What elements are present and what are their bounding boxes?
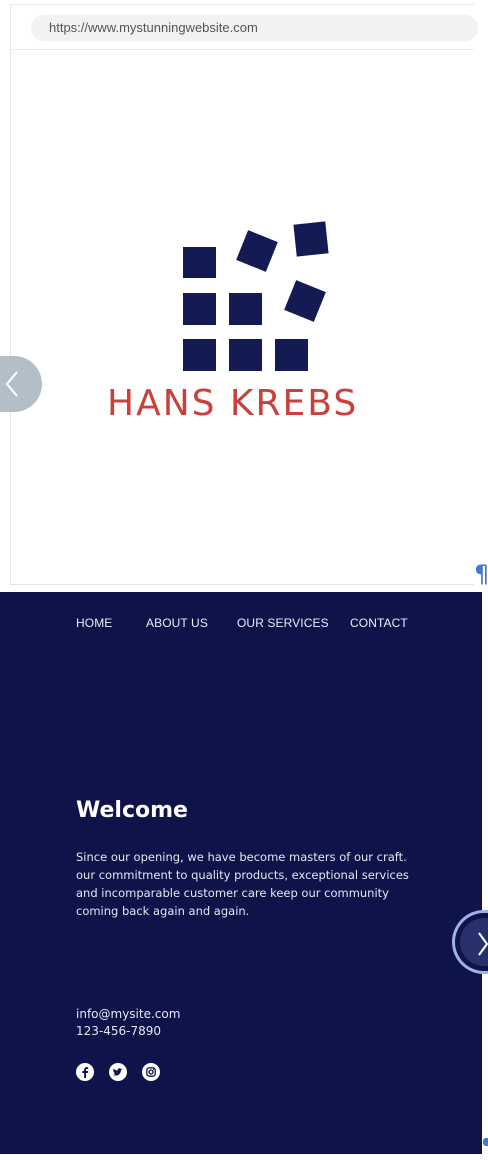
facebook-icon[interactable] [76,1063,94,1081]
welcome-description: Since our opening, we have become master… [76,850,409,918]
instagram-icon[interactable] [142,1063,160,1081]
nav-our-services[interactable]: OUR SERVICES [237,616,329,630]
logo-square [183,339,216,371]
logo-square [275,339,308,371]
nav-home[interactable]: HOME [76,616,112,630]
logo-square [293,221,329,257]
twitter-icon[interactable] [109,1063,127,1081]
logo-square [229,293,262,325]
browser-window: https://www.mystunningwebsite.com HANS K… [10,4,478,585]
contact-info: info@mysite.com 123-456-7890 [76,1006,180,1040]
brand-name: HANS KREBS [107,383,359,424]
main-nav: HOME ABOUT US OUR SERVICES CONTACT [0,616,482,636]
logo-square [183,293,216,325]
contact-email[interactable]: info@mysite.com [76,1006,180,1023]
nav-about-us[interactable]: ABOUT US [146,616,208,630]
grid-squares-logo-icon [183,221,329,371]
pilcrow-mark: ¶ [474,560,488,588]
logo-square [284,280,326,322]
logo-square [236,230,278,272]
url-field[interactable]: https://www.mystunningwebsite.com [31,15,478,41]
nav-contact[interactable]: CONTACT [350,616,408,630]
chevron-left-icon [5,371,18,397]
browser-address-bar: https://www.mystunningwebsite.com [11,5,478,50]
edge-marker [483,1138,488,1146]
logo: HANS KREBS [91,215,411,435]
logo-square [183,247,216,278]
welcome-heading: Welcome [76,798,188,823]
site-section: HOME ABOUT US OUR SERVICES CONTACT Welco… [0,592,488,1154]
contact-phone: 123-456-7890 [76,1024,162,1038]
carousel-next-button[interactable] [452,910,488,974]
chevron-right-icon [478,932,488,956]
logo-square [229,339,262,371]
